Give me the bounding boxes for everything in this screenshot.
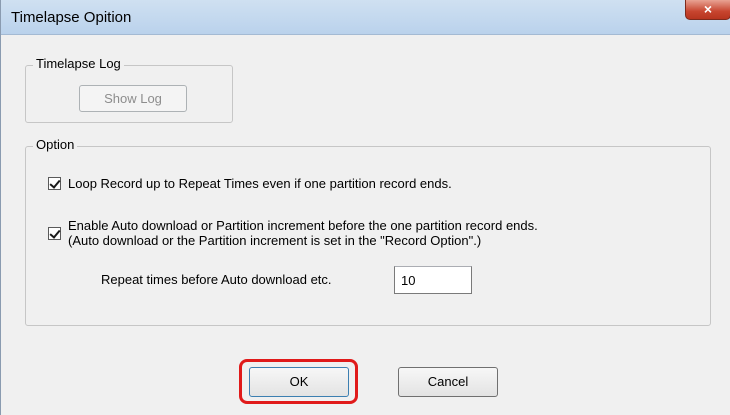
cancel-button[interactable]: Cancel [398,367,498,397]
title-bar[interactable]: Timelapse Opition × [1,0,730,35]
ok-button[interactable]: OK [249,367,349,397]
loop-record-row[interactable]: Loop Record up to Repeat Times even if o… [48,176,452,191]
enable-auto-checkbox[interactable] [48,227,61,240]
loop-record-label: Loop Record up to Repeat Times even if o… [68,176,452,191]
enable-auto-label-line2: (Auto download or the Partition incremen… [68,233,482,248]
close-button[interactable]: × [685,0,730,20]
show-log-button[interactable]: Show Log [79,85,187,112]
loop-record-checkbox[interactable] [48,177,61,190]
window-title: Timelapse Opition [11,9,132,26]
option-legend: Option [33,137,78,152]
close-icon: × [703,1,713,17]
timelapse-log-legend: Timelapse Log [33,56,124,71]
enable-auto-row[interactable]: Enable Auto download or Partition increm… [48,218,538,248]
enable-auto-label: Enable Auto download or Partition increm… [68,218,538,248]
timelapse-option-dialog: Timelapse Opition × Timelapse Log Show L… [0,0,730,415]
repeat-times-input[interactable] [394,266,472,294]
enable-auto-label-line1: Enable Auto download or Partition increm… [68,218,538,233]
repeat-times-label: Repeat times before Auto download etc. [101,272,332,287]
